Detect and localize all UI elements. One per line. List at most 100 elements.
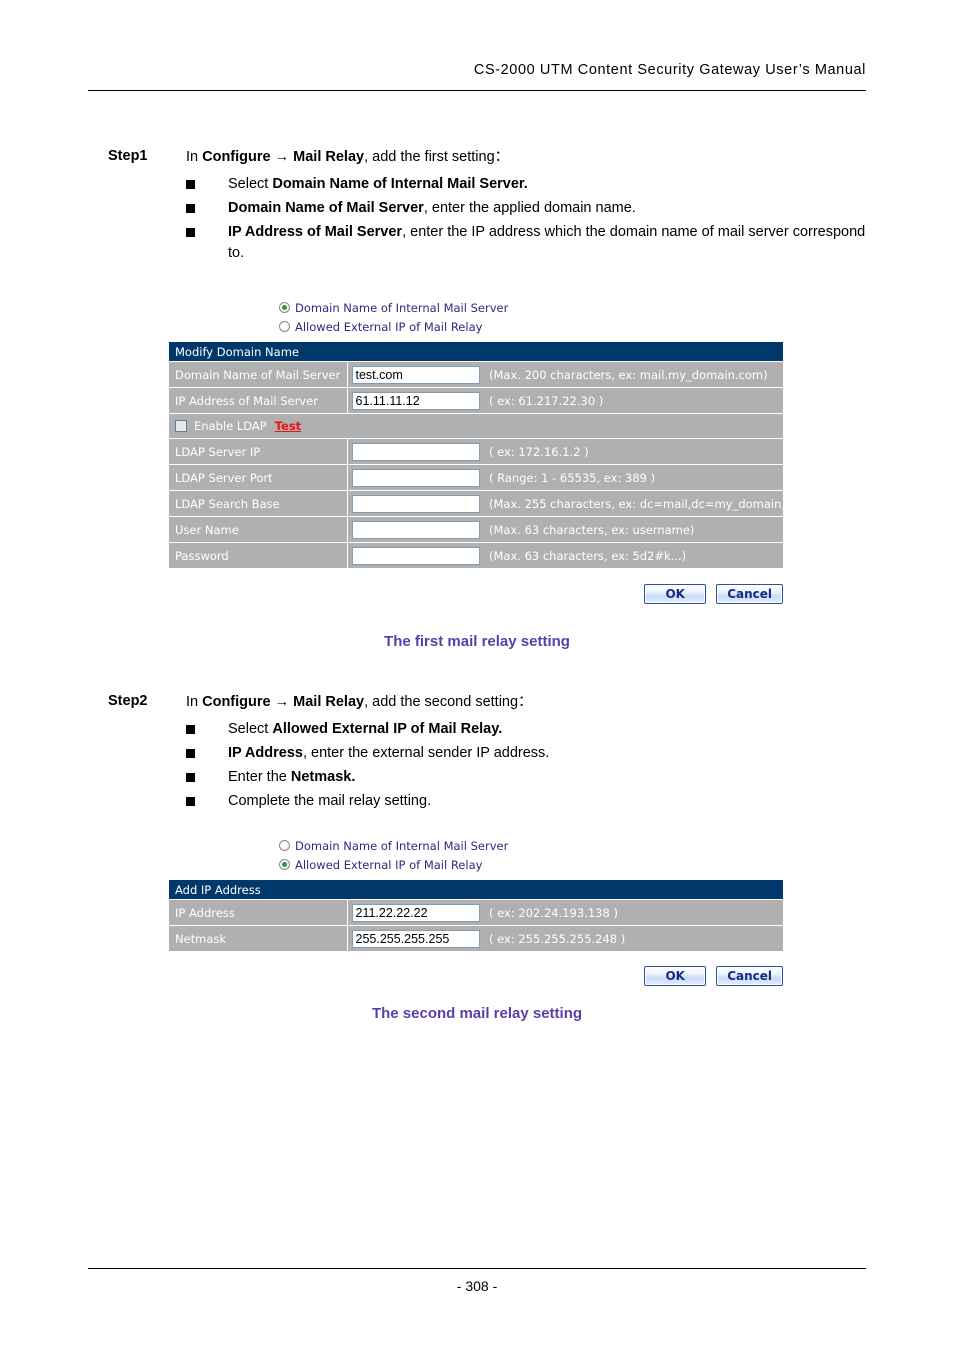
radio-button-icon[interactable] — [279, 302, 290, 313]
bullet-square-icon — [186, 227, 195, 237]
row-hint: ( ex: 172.16.1.2 ) — [483, 438, 784, 465]
ip-address-input[interactable]: 211.22.22.22 — [351, 903, 480, 922]
ldap-server-ip-input[interactable] — [351, 442, 480, 461]
step1-intro-pre: In — [186, 149, 203, 165]
bullet-square-icon — [186, 748, 195, 758]
row-label: LDAP Search Base — [169, 490, 348, 517]
row-label: Password — [169, 542, 348, 569]
radio-option-label: Allowed External IP of Mail Relay — [295, 857, 483, 872]
ldap-server-port-input[interactable] — [351, 468, 480, 487]
step1-intro-mailrelay: Mail Relay — [293, 149, 365, 165]
row-hint: (Max. 63 characters, ex: username) — [483, 516, 784, 543]
enable-ldap-label: Enable LDAP — [194, 419, 267, 433]
step1-intro: In Configure → Mail Relay, add the first… — [186, 148, 509, 168]
table-title: Add IP Address — [169, 880, 784, 900]
mail-relay-type-radio-group: Domain Name of Internal Mail Server Allo… — [279, 298, 783, 336]
step2-intro-configure: Configure — [202, 694, 271, 710]
list-item-text: Complete the mail relay setting. — [228, 791, 431, 812]
row-hint: ( ex: 202.24.193.138 ) — [483, 899, 784, 926]
password-input[interactable] — [351, 546, 480, 565]
step1-intro-arrow: → — [274, 149, 290, 165]
modify-domain-name-table: Modify Domain Name Domain Name of Mail S… — [169, 342, 784, 569]
row-field-cell: 255.255.255.255 — [347, 925, 483, 952]
ldap-search-base-input[interactable] — [351, 494, 480, 513]
table-row: Password (Max. 63 characters, ex: 5d2#k.… — [169, 542, 784, 569]
add-ip-address-table: Add IP Address IP Address 211.22.22.22 (… — [169, 880, 784, 952]
row-field-cell: 211.22.22.22 — [347, 899, 483, 926]
table-row: LDAP Server Port ( Range: 1 - 65535, ex:… — [169, 464, 784, 491]
list-item-text: Enter the Netmask. — [228, 767, 355, 788]
bullet-square-icon — [186, 772, 195, 782]
row-hint: (Max. 63 characters, ex: 5d2#k...) — [483, 542, 784, 569]
figure-first-mail-relay: Domain Name of Internal Mail Server Allo… — [169, 298, 784, 604]
radio-option-domain-name-internal[interactable]: Domain Name of Internal Mail Server — [279, 836, 783, 855]
table-row: Netmask 255.255.255.255 ( ex: 255.255.25… — [169, 925, 784, 952]
row-field-cell — [347, 464, 483, 491]
footer-divider — [88, 1268, 866, 1269]
row-hint: (Max. 200 characters, ex: mail.my_domain… — [483, 361, 784, 388]
list-item-text: Domain Name of Mail Server, enter the ap… — [228, 198, 636, 219]
step1-bullet-list: Select Domain Name of Internal Mail Serv… — [186, 174, 868, 264]
cancel-button[interactable]: Cancel — [716, 966, 783, 986]
row-field-cell: 61.11.11.12 — [347, 387, 483, 414]
bullet-square-icon — [186, 203, 195, 213]
enable-ldap-cell: Enable LDAP Test — [169, 413, 784, 439]
bullet-bold: Domain Name of Mail Server — [228, 199, 424, 216]
bullet-square-icon — [186, 179, 195, 189]
user-name-input[interactable] — [351, 520, 480, 539]
list-item-text: Select Allowed External IP of Mail Relay… — [228, 719, 502, 740]
step2-block: Step2 In Configure → Mail Relay, add the… — [108, 693, 868, 815]
figure1-button-row: OK Cancel — [169, 584, 783, 604]
list-item-text: IP Address of Mail Server, enter the IP … — [228, 222, 868, 264]
cancel-button[interactable]: Cancel — [716, 584, 783, 604]
step2-intro-pre: In — [186, 694, 203, 710]
domain-name-of-mail-server-input[interactable]: test.com — [351, 365, 480, 384]
radio-option-allowed-external-ip[interactable]: Allowed External IP of Mail Relay — [279, 855, 783, 874]
table-row: User Name (Max. 63 characters, ex: usern… — [169, 516, 784, 543]
radio-option-domain-name-internal[interactable]: Domain Name of Internal Mail Server — [279, 298, 783, 317]
bullet-pre: Select — [228, 175, 273, 192]
list-item: Enter the Netmask. — [186, 767, 868, 788]
radio-button-icon[interactable] — [279, 321, 290, 332]
ok-button[interactable]: OK — [644, 584, 707, 604]
bullet-bold: IP Address — [228, 744, 303, 761]
list-item-text: Select Domain Name of Internal Mail Serv… — [228, 174, 528, 195]
row-hint: ( Range: 1 - 65535, ex: 389 ) — [483, 464, 784, 491]
bullet-post: , enter the applied domain name. — [423, 199, 636, 216]
radio-button-icon[interactable] — [279, 859, 290, 870]
bullet-bold: Allowed External IP of Mail Relay. — [272, 720, 503, 737]
row-label: LDAP Server IP — [169, 438, 348, 465]
header-divider — [88, 90, 866, 91]
row-label: Domain Name of Mail Server — [169, 361, 348, 388]
bullet-pre: Complete the mail relay setting. — [228, 792, 432, 809]
step2-label: Step2 — [108, 693, 148, 709]
table-title: Modify Domain Name — [169, 342, 784, 362]
row-label: IP Address — [169, 899, 348, 926]
bullet-bold: Domain Name of Internal Mail Server. — [272, 175, 528, 192]
radio-option-label: Allowed External IP of Mail Relay — [295, 319, 483, 334]
figure2-button-row: OK Cancel — [169, 966, 783, 986]
step1-heading-row: Step1 In Configure → Mail Relay, add the… — [108, 148, 868, 168]
ip-address-of-mail-server-input[interactable]: 61.11.11.12 — [351, 391, 480, 410]
radio-option-allowed-external-ip[interactable]: Allowed External IP of Mail Relay — [279, 317, 783, 336]
row-hint: ( ex: 61.217.22.30 ) — [483, 387, 784, 414]
radio-option-label: Domain Name of Internal Mail Server — [295, 838, 509, 853]
row-label: IP Address of Mail Server — [169, 387, 348, 414]
table-row: LDAP Search Base (Max. 255 characters, e… — [169, 490, 784, 517]
table-row: Domain Name of Mail Server test.com (Max… — [169, 361, 784, 388]
netmask-input[interactable]: 255.255.255.255 — [351, 929, 480, 948]
bullet-square-icon — [186, 796, 195, 806]
radio-button-icon[interactable] — [279, 840, 290, 851]
bullet-bold: Netmask. — [290, 768, 356, 785]
ldap-test-link[interactable]: Test — [275, 419, 301, 433]
row-field-cell — [347, 438, 483, 465]
ok-button[interactable]: OK — [644, 966, 707, 986]
step2-intro-arrow: → — [274, 694, 290, 710]
table-title-row: Add IP Address — [169, 880, 784, 900]
enable-ldap-checkbox[interactable] — [175, 420, 187, 432]
row-field-cell: test.com — [347, 361, 483, 388]
table-row: IP Address of Mail Server 61.11.11.12 ( … — [169, 387, 784, 414]
row-field-cell — [347, 516, 483, 543]
figure-second-mail-relay: Domain Name of Internal Mail Server Allo… — [169, 836, 784, 986]
bullet-bold: IP Address of Mail Server — [228, 223, 403, 240]
